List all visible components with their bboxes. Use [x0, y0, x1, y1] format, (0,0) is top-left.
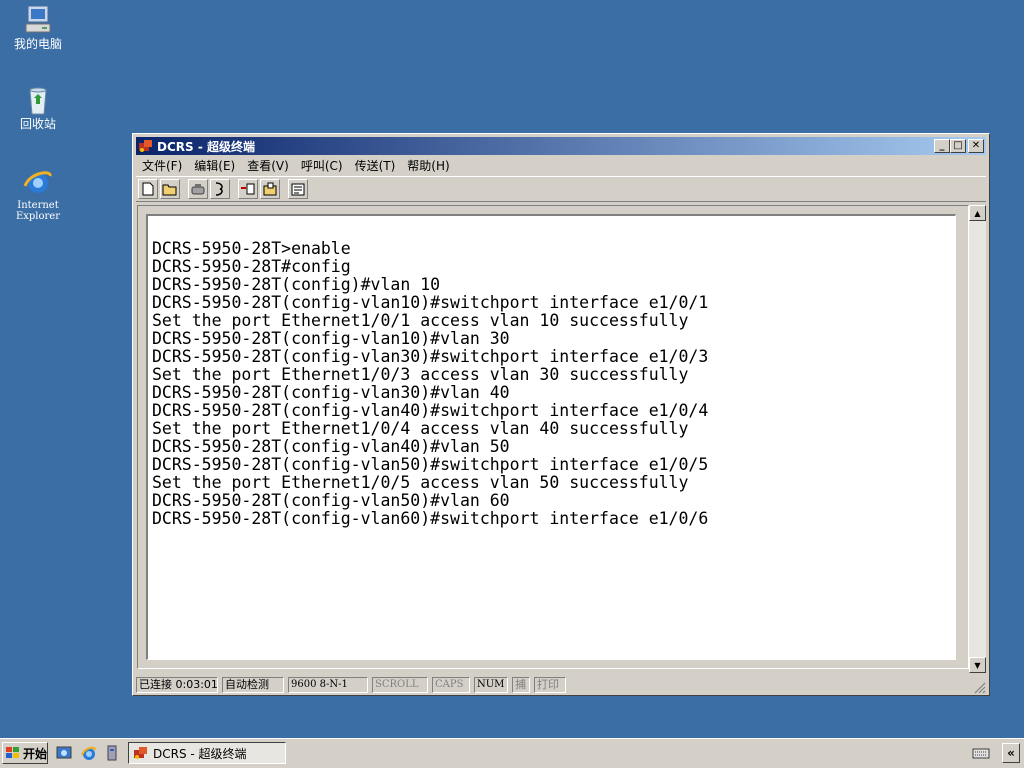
system-tray: « — [972, 742, 1020, 764]
title-bar[interactable]: DCRS - 超级终端 _ □ ✕ — [136, 137, 986, 155]
terminal-line: DCRS-5950-28T(config-vlan40)#vlan 50 — [152, 437, 510, 456]
open-icon — [162, 184, 177, 196]
desktop-icon-recycle-bin[interactable]: 回收站 — [2, 84, 74, 131]
call-button[interactable] — [210, 179, 230, 199]
desktop-icon-my-computer[interactable]: 我的电脑 — [2, 4, 74, 51]
menu-call[interactable]: 呼叫(C) — [295, 157, 349, 174]
terminal-line: DCRS-5950-28T(config-vlan30)#vlan 40 — [152, 383, 510, 402]
minimize-button[interactable]: _ — [934, 139, 950, 153]
properties-button[interactable] — [288, 179, 308, 199]
terminal-frame: DCRS-5950-28T>enable DCRS-5950-28T#config… — [137, 205, 969, 669]
internet-explorer-icon — [81, 746, 96, 760]
close-icon: ✕ — [971, 140, 981, 151]
internet-explorer-icon — [22, 166, 54, 198]
open-button[interactable] — [160, 179, 180, 199]
status-connected: 已连接 0:03:01 — [136, 677, 218, 693]
terminal-line: DCRS-5950-28T(config-vlan60)#switchport … — [152, 509, 709, 528]
status-params: 9600 8-N-1 — [288, 677, 368, 693]
desktop-icon-label: 我的电脑 — [13, 37, 62, 51]
menu-view[interactable]: 查看(V) — [241, 157, 295, 174]
terminal-output: DCRS-5950-28T>enable DCRS-5950-28T#config… — [152, 240, 708, 528]
terminal-line: Set the port Ethernet1/0/4 access vlan 4… — [152, 419, 689, 438]
terminal-line: DCRS-5950-28T(config-vlan30)#switchport … — [152, 347, 709, 366]
show-desktop-icon — [56, 746, 72, 759]
down-arrow-icon: ▼ — [974, 660, 981, 670]
taskbar-item-label: DCRS - 超级终端 — [153, 746, 247, 761]
status-caps: CAPS — [432, 677, 470, 693]
up-arrow-icon: ▲ — [974, 208, 981, 218]
minimize-icon: _ — [939, 140, 945, 151]
vertical-scrollbar[interactable]: ▲ ▼ — [969, 205, 986, 673]
windows-logo-icon — [6, 747, 19, 758]
hyperterminal-window: DCRS - 超级终端 _ □ ✕ 文件(F) 编辑(E) 查看(V) 呼叫(C… — [132, 133, 990, 696]
recycle-bin-icon — [22, 84, 54, 116]
status-num: NUM — [474, 677, 508, 693]
start-button[interactable]: 开始 — [2, 742, 48, 764]
new-button[interactable] — [138, 179, 158, 199]
terminal-line: DCRS-5950-28T(config-vlan10)#vlan 30 — [152, 329, 510, 348]
terminal-line: Set the port Ethernet1/0/3 access vlan 3… — [152, 365, 689, 384]
menu-edit[interactable]: 编辑(E) — [188, 157, 241, 174]
terminal-line: DCRS-5950-28T>enable — [152, 239, 351, 258]
taskbar: 开始 DCRS - 超级终端 « — [0, 738, 1024, 768]
keyboard-icon[interactable] — [972, 746, 990, 760]
receive-button[interactable] — [260, 179, 280, 199]
desktop-icon-label: 回收站 — [19, 117, 56, 131]
scroll-up-button[interactable]: ▲ — [969, 205, 986, 221]
status-print: 打印 — [534, 677, 566, 693]
menu-help[interactable]: 帮助(H) — [401, 157, 455, 174]
taskbar-item-hyperterminal[interactable]: DCRS - 超级终端 — [128, 742, 286, 764]
desktop-icon-internet-explorer[interactable]: Internet Explorer — [2, 166, 74, 222]
hyperterminal-app-icon — [134, 747, 147, 759]
resize-grip-icon[interactable] — [972, 680, 986, 694]
terminal-line: DCRS-5950-28T(config-vlan40)#switchport … — [152, 401, 709, 420]
quicklaunch-internet-explorer[interactable] — [81, 745, 97, 761]
maximize-button[interactable]: □ — [950, 139, 966, 153]
quicklaunch-show-desktop[interactable] — [56, 745, 72, 761]
terminal-screen[interactable]: DCRS-5950-28T>enable DCRS-5950-28T#config… — [146, 214, 956, 660]
menu-bar: 文件(F) 编辑(E) 查看(V) 呼叫(C) 传送(T) 帮助(H) — [136, 156, 456, 174]
toolbar — [136, 176, 986, 202]
ie-label-line2: Explorer — [15, 211, 61, 222]
terminal-line: Set the port Ethernet1/0/5 access vlan 5… — [152, 473, 689, 492]
status-detect: 自动检测 — [222, 677, 284, 693]
status-bar: 已连接 0:03:01 自动检测 9600 8-N-1 SCROLL CAPS … — [136, 676, 986, 694]
my-computer-icon — [22, 4, 54, 36]
desktop-icon-label: Internet Explorer — [2, 200, 74, 222]
start-label: 开始 — [23, 746, 48, 761]
status-scroll: SCROLL — [372, 677, 428, 693]
send-icon — [241, 183, 255, 195]
hyperterminal-app-icon[interactable] — [138, 139, 154, 153]
terminal-line: DCRS-5950-28T(config-vlan50)#vlan 60 — [152, 491, 510, 510]
receive-icon — [263, 182, 277, 196]
disconnect-button[interactable] — [188, 179, 208, 199]
menu-file[interactable]: 文件(F) — [136, 157, 188, 174]
window-title: DCRS - 超级终端 — [157, 139, 255, 154]
tray-expand-button[interactable]: « — [1002, 743, 1020, 763]
terminal-line: DCRS-5950-28T(config)#vlan 10 — [152, 275, 441, 294]
ie-label-line1: Internet — [17, 200, 59, 211]
status-capture: 捕 — [512, 677, 530, 693]
terminal-line: Set the port Ethernet1/0/1 access vlan 1… — [152, 311, 689, 330]
quicklaunch-server-manager[interactable] — [104, 745, 120, 761]
maximize-icon: □ — [953, 140, 963, 151]
scroll-down-button[interactable]: ▼ — [969, 657, 986, 673]
menu-transfer[interactable]: 传送(T) — [349, 157, 402, 174]
disconnect-icon — [191, 184, 205, 195]
new-icon — [142, 182, 154, 196]
terminal-line: DCRS-5950-28T(config-vlan50)#switchport … — [152, 455, 709, 474]
terminal-line: DCRS-5950-28T#config — [152, 257, 351, 276]
properties-icon — [291, 183, 305, 196]
send-button[interactable] — [238, 179, 258, 199]
call-icon — [215, 182, 223, 196]
double-chevron-left-icon: « — [1007, 746, 1015, 760]
close-button[interactable]: ✕ — [968, 139, 984, 153]
server-icon — [107, 745, 117, 761]
terminal-line: DCRS-5950-28T(config-vlan10)#switchport … — [152, 293, 709, 312]
